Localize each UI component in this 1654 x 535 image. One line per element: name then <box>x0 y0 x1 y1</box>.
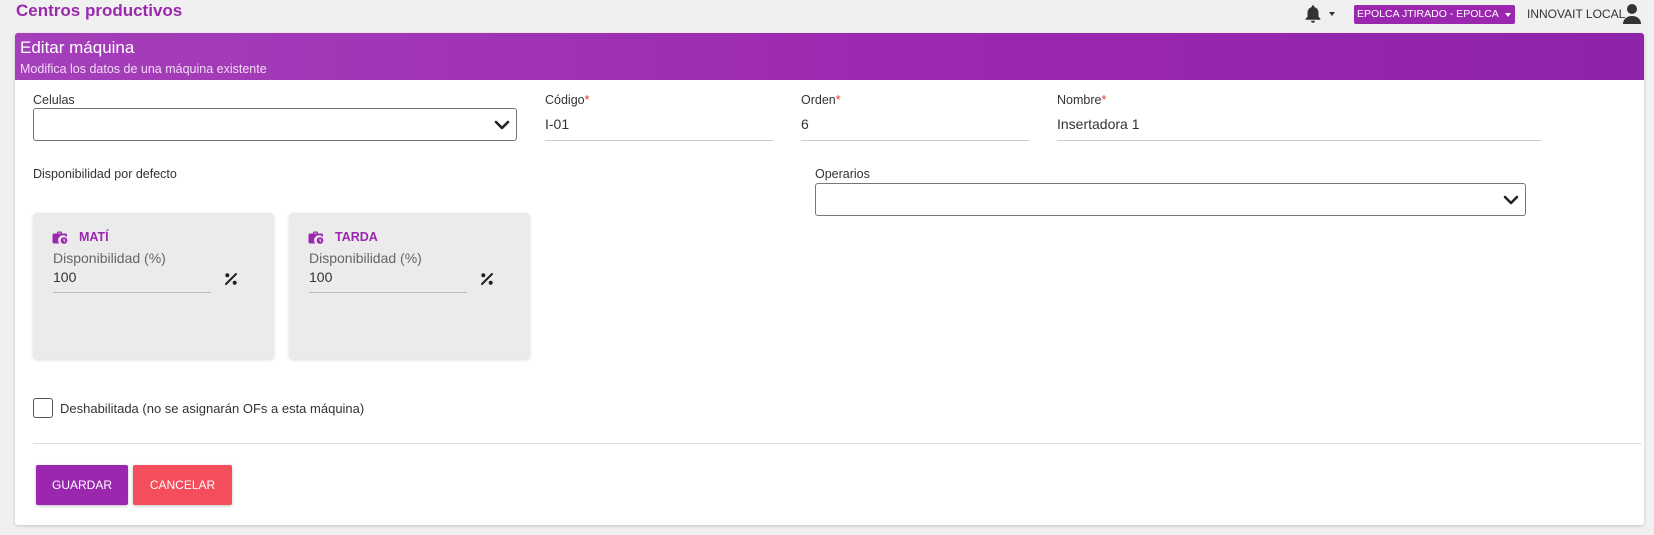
required-mark: * <box>584 93 590 107</box>
nombre-label: Nombre* <box>1057 93 1106 107</box>
shift-card-mati: MATÍ Disponibilidad (%) 100 <box>33 213 274 359</box>
nombre-label-text: Nombre <box>1057 93 1102 107</box>
user-name[interactable]: INNOVAIT LOCAL <box>1527 7 1625 21</box>
user-icon[interactable] <box>1622 3 1642 25</box>
celulas-label: Celulas <box>33 93 75 107</box>
orden-label-text: Orden <box>801 93 836 107</box>
cancel-button[interactable]: CANCELAR <box>133 465 232 505</box>
codigo-label-text: Código <box>545 93 585 107</box>
mati-disponibilidad-input[interactable]: 100 <box>53 269 211 293</box>
disponibilidad-label: Disponibilidad por defecto <box>33 167 177 181</box>
required-mark: * <box>835 93 841 107</box>
company-dropdown[interactable]: EPOLCA JTIRADO - EPOLCA <box>1354 5 1515 24</box>
codigo-label: Código* <box>545 93 590 107</box>
chevron-down-icon <box>494 120 510 130</box>
notifications-caret-icon[interactable] <box>1329 12 1335 16</box>
shift-clock-icon <box>308 231 324 244</box>
top-bar: Centros productivos EPOLCA JTIRADO - EPO… <box>0 0 1654 32</box>
operarios-label: Operarios <box>815 167 870 181</box>
required-mark: * <box>1101 93 1107 107</box>
divider <box>33 443 1642 444</box>
shift-field-label: Disponibilidad (%) <box>53 250 166 266</box>
codigo-input[interactable]: I-01 <box>545 108 773 141</box>
card-title: Editar máquina <box>20 38 135 57</box>
card-subtitle: Modifica los datos de una máquina existe… <box>20 62 267 76</box>
percent-icon <box>481 273 493 285</box>
disabled-checkbox[interactable] <box>33 398 53 418</box>
orden-label: Orden* <box>801 93 841 107</box>
shift-field-label: Disponibilidad (%) <box>309 250 422 266</box>
percent-icon <box>225 273 237 285</box>
disabled-checkbox-label[interactable]: Deshabilitada (no se asignarán OFs a est… <box>60 401 364 416</box>
operarios-select[interactable] <box>815 183 1526 216</box>
tarda-disponibilidad-input[interactable]: 100 <box>309 269 467 293</box>
card-header: Editar máquina Modifica los datos de una… <box>15 33 1644 80</box>
nombre-input[interactable]: Insertadora 1 <box>1057 108 1541 141</box>
app-title: Centros productivos <box>16 1 183 20</box>
bell-icon[interactable] <box>1302 3 1324 25</box>
chevron-down-icon <box>1503 195 1519 205</box>
celulas-select[interactable] <box>33 108 517 141</box>
save-button[interactable]: GUARDAR <box>36 465 128 505</box>
edit-machine-card: Editar máquina Modifica los datos de una… <box>15 33 1644 525</box>
orden-input[interactable]: 6 <box>801 108 1029 141</box>
shift-card-tarda: TARDA Disponibilidad (%) 100 <box>289 213 530 359</box>
shift-name: MATÍ <box>79 230 109 244</box>
shift-name: TARDA <box>335 230 378 244</box>
shift-clock-icon <box>52 231 68 244</box>
